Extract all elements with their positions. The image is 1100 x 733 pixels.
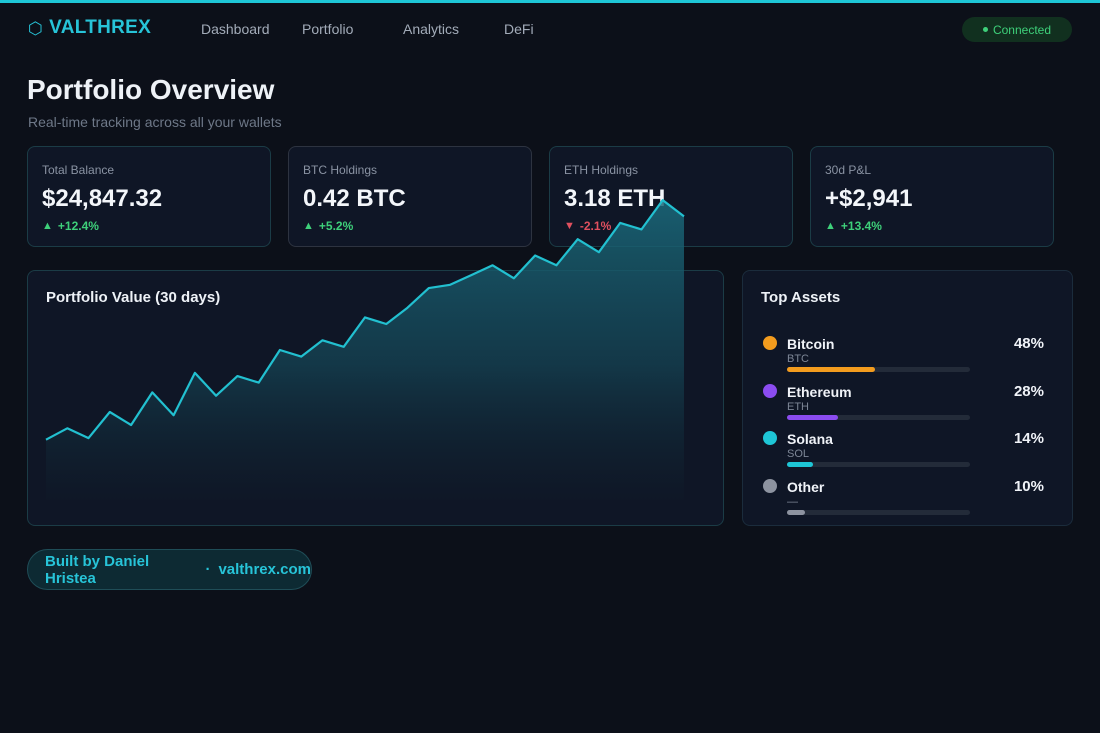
top-assets-card: Top Assets Bitcoin BTC 48% Ethereum ETH … [742,270,1073,526]
stat-change-value: +5.2% [318,219,354,233]
asset-color-dot [763,431,777,445]
stat-change-value: -2.1% [579,219,612,233]
credit-author: Built by Daniel Hristea [45,552,150,587]
stat-value: $24,847.32 [42,185,163,212]
asset-row-ethereum[interactable]: Ethereum ETH 28% [743,381,1074,427]
chart-data-point [598,251,600,253]
asset-bar-fill [787,415,839,420]
stat-label: Total Balance [42,163,115,177]
asset-row-bitcoin[interactable]: Bitcoin BTC 48% [743,333,1074,379]
asset-percent: 48% [1013,335,1044,352]
triangle-down-icon: ▼ [564,220,575,232]
asset-color-dot [763,479,777,493]
brand-name: VALTHREX [49,17,152,38]
asset-bar-fill [787,510,806,515]
chart-data-point [491,264,493,266]
stat-value: 3.18 ETH [564,185,666,212]
asset-bar-track [787,367,970,372]
asset-color-dot [763,384,777,398]
triangle-up-icon: ▲ [825,220,836,232]
asset-symbol: ETH [787,401,809,413]
stat-card-30d-pnl[interactable]: 30d P&L +$2,941 ▲ +13.4% [810,146,1054,247]
asset-bar-track [787,462,970,467]
asset-symbol: BTC [787,353,809,365]
credit-site: valthrex.com [218,561,311,578]
stat-label: BTC Holdings [303,163,378,177]
asset-name: Other [787,479,825,495]
nav-link-portfolio[interactable]: Portfolio [302,21,353,37]
top-navigation: ⬡ VALTHREX Dashboard Portfolio Analytics… [0,3,1100,55]
portfolio-value-chart-card: Portfolio Value (30 days) [27,270,724,526]
chart-data-point [534,254,536,256]
page-title: Portfolio Overview [27,74,275,105]
asset-bar-track [787,415,970,420]
stat-value: 0.42 BTC [303,185,406,212]
asset-bar-fill [787,462,813,467]
nav-link-dashboard[interactable]: Dashboard [201,21,270,37]
stat-change: ▼ -2.1% [564,219,611,233]
stat-change-value: +13.4% [840,219,882,233]
nav-link-defi[interactable]: DeFi [504,21,534,37]
brand-logo[interactable]: ⬡ VALTHREX [28,17,151,39]
asset-name: Bitcoin [787,336,835,352]
stat-label: ETH Holdings [564,163,639,177]
hexagon-icon: ⬡ [28,18,44,38]
status-dot-icon [982,27,988,32]
asset-percent: 28% [1013,383,1044,400]
asset-percent: 14% [1013,430,1044,447]
nav-link-analytics[interactable]: Analytics [403,21,459,37]
asset-name: Ethereum [787,384,852,400]
chart-title: Portfolio Value (30 days) [46,289,221,306]
stat-change-value: +12.4% [57,219,99,233]
asset-row-solana[interactable]: Solana SOL 14% [743,428,1074,474]
asset-symbol: SOL [787,448,810,460]
connection-status-badge[interactable]: Connected [962,17,1072,42]
stat-value: +$2,941 [825,185,913,212]
asset-name: Solana [787,431,833,447]
stat-change: ▲ +5.2% [303,219,353,233]
stat-change: ▲ +13.4% [825,219,882,233]
chart-data-point [555,264,557,266]
credit-separator: · [205,561,211,578]
stat-card-eth-holdings[interactable]: ETH Holdings 3.18 ETH ▼ -2.1% [549,146,793,247]
asset-symbol: — [787,496,798,508]
stat-label: 30d P&L [825,163,872,177]
assets-title: Top Assets [761,289,841,306]
stat-change: ▲ +12.4% [42,219,99,233]
asset-row-other[interactable]: Other — 10% [743,476,1074,522]
page-subtitle: Real-time tracking across all your walle… [28,114,282,130]
stat-card-btc-holdings[interactable]: BTC Holdings 0.42 BTC ▲ +5.2% [288,146,532,247]
asset-bar-track [787,510,970,515]
triangle-up-icon: ▲ [303,220,314,232]
asset-percent: 10% [1013,478,1044,495]
asset-bar-fill [787,367,875,372]
asset-color-dot [763,336,777,350]
author-credit-link[interactable]: Built by Daniel Hristea · valthrex.com [27,549,312,590]
triangle-up-icon: ▲ [42,220,53,232]
connection-status-label: Connected [992,22,1052,37]
stat-card-total-balance[interactable]: Total Balance $24,847.32 ▲ +12.4% [27,146,271,247]
